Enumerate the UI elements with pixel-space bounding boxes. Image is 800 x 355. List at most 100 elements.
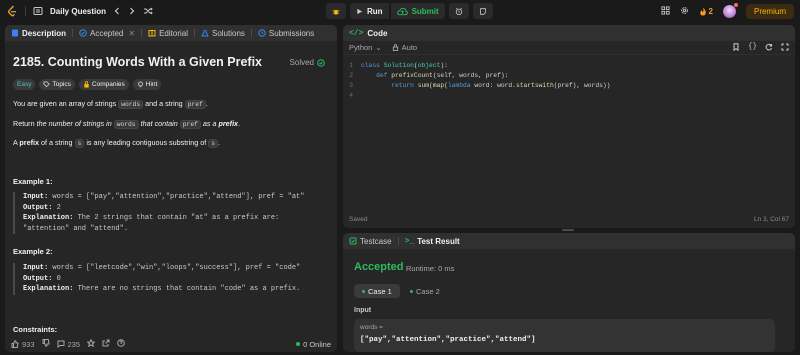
lock-icon — [392, 44, 398, 51]
language-select[interactable]: Python ⌄ — [349, 43, 382, 52]
fullscreen-icon[interactable] — [781, 43, 789, 53]
left-tab-bar: Description Accepted ✕ Editorial Solutio… — [5, 25, 337, 41]
settings-gear-icon[interactable] — [680, 6, 689, 17]
difficulty-badge[interactable]: Easy — [13, 79, 36, 90]
braces-icon[interactable]: {} — [748, 43, 757, 53]
premium-button[interactable]: Premium — [745, 3, 794, 19]
help-icon[interactable] — [117, 339, 125, 349]
tab-test-result[interactable]: >_ Test Result — [405, 237, 460, 246]
auto-toggle[interactable]: Auto — [392, 43, 417, 52]
debug-button[interactable] — [326, 3, 346, 19]
note-icon — [479, 7, 486, 15]
pass-dot — [410, 289, 413, 293]
input-heading: Input — [354, 307, 372, 314]
leetcode-logo-icon[interactable] — [6, 5, 18, 17]
case-2-tab[interactable]: Case 2 — [402, 284, 448, 298]
reset-icon[interactable] — [765, 43, 773, 53]
thumbs-up-icon — [11, 340, 19, 348]
lock-icon — [84, 81, 89, 88]
variable-name: words = — [360, 324, 383, 331]
companies-label: Companies — [91, 81, 125, 88]
paragraph-3: A prefix of a string s is any leading co… — [13, 138, 220, 148]
play-icon — [357, 8, 363, 14]
code-panel: </> Code Python ⌄ Auto {} 1 class Soluti… — [343, 25, 795, 228]
fire-icon — [699, 6, 706, 16]
tab-accepted-label: Accepted — [90, 28, 124, 38]
language-label: Python — [349, 43, 373, 52]
code-line-text: def prefixCount(self, words, pref): — [376, 72, 509, 79]
divider — [193, 29, 195, 37]
online-indicator: 0 Online — [296, 340, 331, 349]
share-icon[interactable] — [102, 339, 110, 349]
layout-grid-icon[interactable] — [660, 5, 670, 17]
tab-editorial-label: Editorial — [159, 28, 188, 38]
result-panel: Testcase >_ Test Result Accepted Runtime… — [343, 233, 795, 352]
lightbulb-icon — [137, 81, 143, 88]
input-value-box: words = ["pay","attention","practice","a… — [354, 319, 775, 352]
tab-solutions-label: Solutions — [211, 28, 245, 38]
timer-button[interactable] — [448, 3, 469, 19]
notes-button[interactable] — [472, 3, 493, 19]
bug-icon — [332, 9, 340, 15]
shuffle-icon[interactable] — [143, 3, 153, 19]
tab-accepted[interactable]: Accepted ✕ — [79, 29, 135, 38]
close-icon[interactable]: ✕ — [128, 29, 135, 38]
tag-row: Easy Topics Companies Hint — [13, 79, 162, 90]
book-icon — [148, 30, 156, 37]
save-status: Saved — [349, 216, 368, 223]
code-line: 2 def prefixCount(self, words, pref): — [343, 71, 795, 81]
prev-problem-icon[interactable] — [113, 3, 121, 19]
streak-counter[interactable]: 2 — [699, 7, 713, 16]
solved-status: Solved — [290, 58, 325, 67]
code-line-text: return sum(map(lambda word: word.startsw… — [391, 82, 611, 89]
streak-count: 2 — [708, 6, 713, 16]
problem-title[interactable]: 2185. Counting Words With a Given Prefix — [13, 55, 262, 69]
next-problem-icon[interactable] — [128, 3, 136, 19]
comments-button[interactable]: 235 — [57, 340, 80, 349]
like-button[interactable]: 933 — [11, 340, 35, 349]
example-2-block: Input: words = ["leetcode","win","loops"… — [13, 263, 329, 295]
comment-icon — [57, 340, 65, 348]
result-status: Accepted — [354, 261, 404, 273]
result-tab-bar: Testcase >_ Test Result — [343, 233, 795, 249]
code-line: 4 — [343, 91, 795, 101]
divider — [250, 29, 252, 37]
user-avatar[interactable] — [722, 2, 738, 18]
topics-label: Topics — [52, 81, 71, 88]
description-panel: Description Accepted ✕ Editorial Solutio… — [5, 25, 337, 352]
companies-tag[interactable]: Companies — [78, 79, 129, 90]
submit-button[interactable]: Submit — [390, 3, 445, 19]
hint-tag[interactable]: Hint — [132, 79, 162, 90]
divider — [25, 6, 26, 16]
line-number: 2 — [349, 72, 353, 79]
line-number: 1 — [349, 62, 353, 69]
online-dot — [296, 342, 301, 346]
checkbox-icon — [349, 237, 357, 245]
tab-solutions[interactable]: Solutions — [201, 29, 245, 38]
example-1-heading: Example 1: — [13, 177, 53, 186]
code-line-text: class Solution(object): — [361, 62, 448, 69]
run-label: Run — [367, 6, 383, 16]
tab-editorial[interactable]: Editorial — [148, 29, 188, 38]
tab-testcase-label: Testcase — [360, 236, 392, 246]
case-1-tab[interactable]: Case 1 — [354, 284, 400, 298]
bookmark-icon[interactable] — [732, 42, 740, 53]
cursor-position: Ln 3, Col 67 — [753, 216, 789, 223]
top-bar: Daily Question Run Submit 2 Premium — [0, 0, 800, 22]
run-button[interactable]: Run — [350, 3, 389, 19]
panel-resize-handle[interactable] — [562, 229, 574, 231]
chevron-down-icon: ⌄ — [375, 43, 382, 52]
terminal-icon: >_ — [404, 236, 415, 246]
problem-list-title[interactable]: Daily Question — [50, 7, 106, 16]
star-icon[interactable] — [86, 338, 96, 349]
topics-tag[interactable]: Topics — [39, 79, 75, 90]
dislike-icon[interactable] — [42, 339, 50, 349]
tab-testcase[interactable]: Testcase — [349, 237, 392, 246]
tab-submissions[interactable]: Submissions — [258, 29, 314, 38]
code-line: 1 class Solution(object): — [343, 61, 795, 71]
check-circle-icon — [79, 29, 87, 37]
problem-list-icon[interactable] — [33, 3, 43, 19]
code-editor[interactable]: 1 class Solution(object): 2 def prefixCo… — [343, 61, 795, 101]
tab-description[interactable]: Description — [11, 29, 66, 38]
submit-label: Submit — [411, 6, 439, 16]
